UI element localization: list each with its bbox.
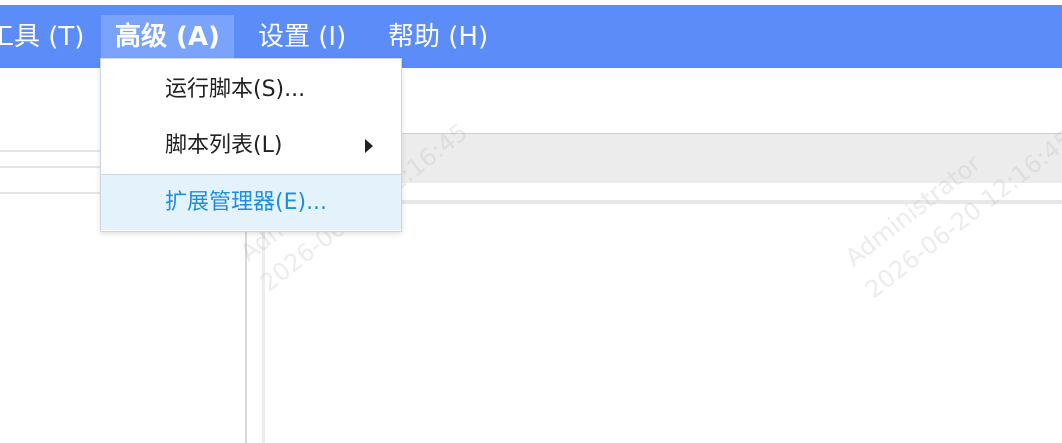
left-panel-line <box>0 150 102 152</box>
menu-extension-manager-label: 扩展管理器(E)... <box>165 190 328 215</box>
advanced-dropdown-menu: 运行脚本(S)... 脚本列表(L) 扩展管理器(E)... <box>100 58 402 232</box>
menu-settings[interactable]: 设置 (I) <box>258 15 346 59</box>
menu-script-list-label: 脚本列表(L) <box>165 133 283 158</box>
menu-extension-manager[interactable]: 扩展管理器(E)... <box>101 174 401 230</box>
menu-advanced[interactable]: 高级 (A) <box>101 15 234 59</box>
menu-help[interactable]: 帮助 (H) <box>388 15 488 59</box>
left-panel-line <box>0 166 102 168</box>
menu-run-script[interactable]: 运行脚本(S)... <box>101 62 401 118</box>
app-window: 工具 (T) 高级 (A) 设置 (I) 帮助 (H) Administrato… <box>0 0 1062 443</box>
menu-tools[interactable]: 工具 (T) <box>0 15 84 59</box>
menu-script-list[interactable]: 脚本列表(L) <box>101 118 401 174</box>
caret-right-icon <box>365 139 373 153</box>
menu-run-script-label: 运行脚本(S)... <box>165 77 306 102</box>
left-panel-line <box>0 192 102 194</box>
